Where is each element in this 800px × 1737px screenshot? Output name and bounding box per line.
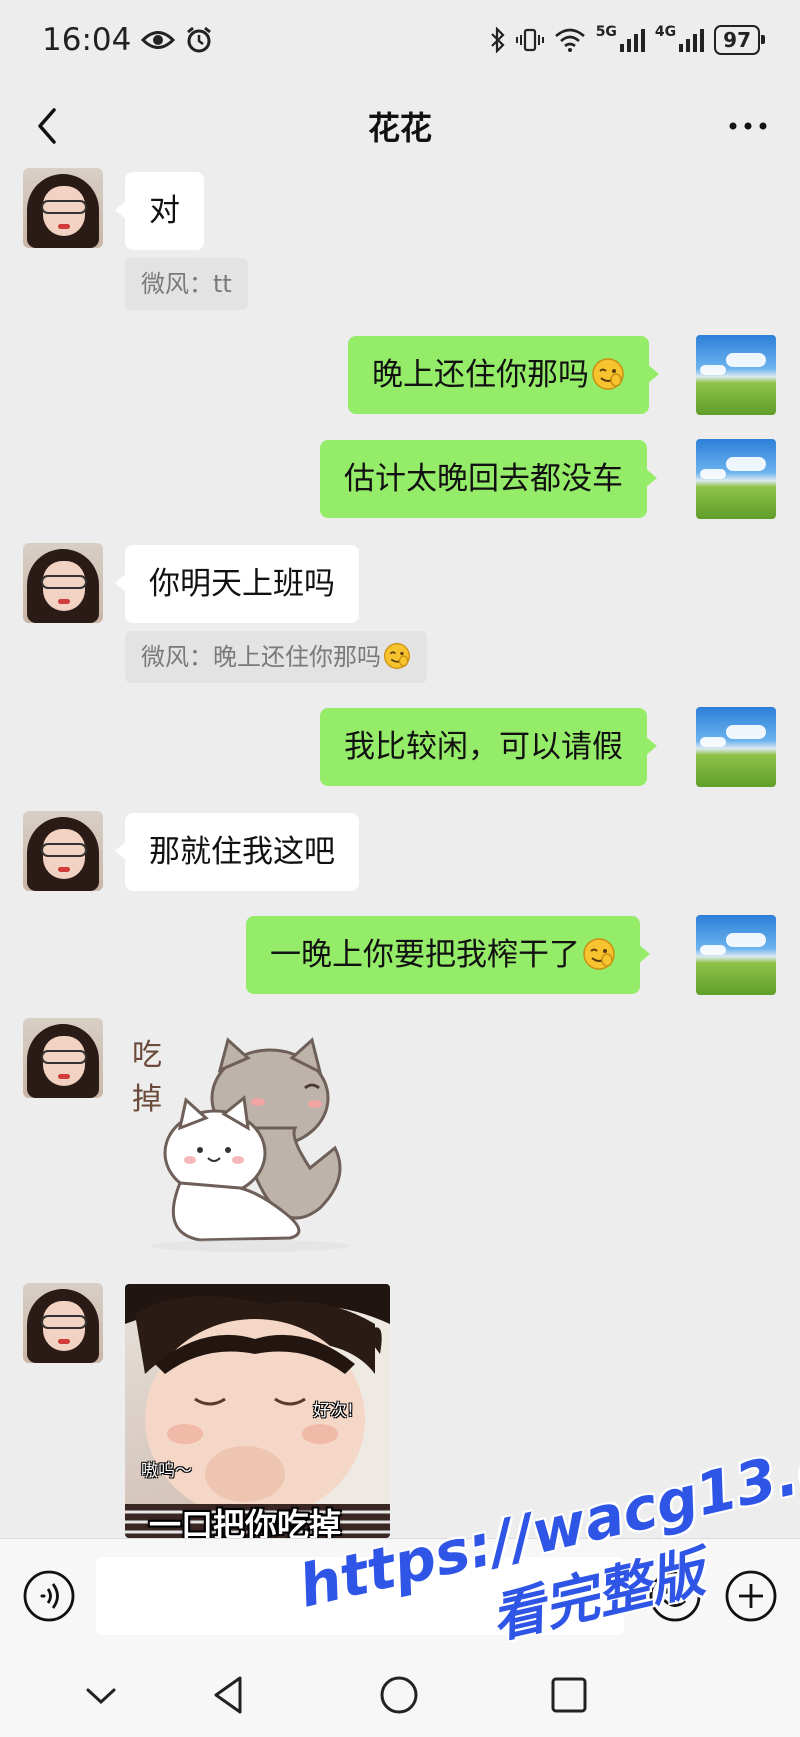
photo-caption: 嗷呜～ bbox=[141, 1461, 192, 1481]
message-text: 对 bbox=[149, 193, 180, 229]
my-avatar[interactable] bbox=[696, 439, 776, 519]
message-text: 你明天上班吗 bbox=[149, 566, 335, 602]
input-bar bbox=[0, 1538, 800, 1654]
photo-caption: 好次! bbox=[313, 1401, 354, 1421]
voice-input-icon[interactable] bbox=[22, 1569, 76, 1623]
baby-photo-message[interactable]: 好次! 嗷呜～ 一口把你吃掉 bbox=[125, 1284, 390, 1538]
eye-icon bbox=[141, 31, 176, 49]
quoted-text: 微风：tt bbox=[141, 270, 232, 298]
system-nav-bar bbox=[0, 1654, 800, 1737]
cat-sticker[interactable]: 吃 掉 bbox=[120, 1018, 380, 1258]
wink-face-icon bbox=[384, 643, 410, 669]
status-bar: 16:04 5G 4G 97 bbox=[0, 0, 800, 80]
nav-back-icon[interactable] bbox=[204, 1670, 254, 1720]
signal-5g-icon bbox=[619, 29, 645, 52]
quoted-reply[interactable]: 微风：tt bbox=[125, 258, 248, 310]
plus-icon[interactable] bbox=[724, 1569, 778, 1623]
quoted-text: 微风：晚上还住你那吗 bbox=[141, 643, 381, 671]
status-right: 5G 4G 97 bbox=[490, 24, 765, 55]
contact-avatar[interactable] bbox=[23, 1018, 103, 1098]
signal-4g-icon bbox=[679, 29, 705, 52]
message-text: 我比较闲，可以请假 bbox=[344, 729, 623, 765]
nav-recents-icon[interactable] bbox=[544, 1670, 594, 1720]
status-time: 16:04 bbox=[42, 22, 132, 58]
contact-avatar[interactable] bbox=[23, 1283, 103, 1363]
message-bubble[interactable]: 我比较闲，可以请假 bbox=[320, 708, 657, 786]
cat-hug-illustration bbox=[150, 1037, 350, 1252]
my-avatar[interactable] bbox=[696, 335, 776, 415]
back-arrow-icon[interactable] bbox=[28, 104, 68, 148]
message-bubble[interactable]: 一晚上你要把我榨干了 bbox=[246, 916, 650, 994]
wink-face-icon bbox=[592, 357, 624, 390]
message-text: 那就住我这吧 bbox=[149, 834, 335, 870]
status-left: 16:04 bbox=[42, 22, 213, 58]
message-bubble[interactable]: 你明天上班吗 bbox=[115, 545, 359, 623]
photo-caption-main: 一口把你吃掉 bbox=[149, 1506, 342, 1538]
battery-indicator: 97 bbox=[714, 25, 765, 55]
message-bubble[interactable]: 对 bbox=[115, 172, 204, 250]
message-text: 估计太晚回去都没车 bbox=[344, 461, 623, 497]
message-bubble[interactable]: 估计太晚回去都没车 bbox=[320, 440, 657, 518]
bluetooth-icon bbox=[490, 27, 505, 53]
contact-avatar[interactable] bbox=[23, 543, 103, 623]
message-text: 晚上还住你那吗 bbox=[372, 357, 589, 393]
my-avatar[interactable] bbox=[696, 915, 776, 995]
message-bubble[interactable]: 那就住我这吧 bbox=[115, 813, 359, 891]
signal-4g-label: 4G bbox=[654, 24, 677, 40]
chevron-down-icon[interactable] bbox=[76, 1670, 126, 1720]
contact-avatar[interactable] bbox=[23, 168, 103, 248]
contact-avatar[interactable] bbox=[23, 811, 103, 891]
message-input[interactable] bbox=[96, 1557, 624, 1635]
emoji-icon[interactable] bbox=[648, 1569, 702, 1623]
signal-5g-label: 5G bbox=[595, 24, 617, 40]
chat-title: 花花 bbox=[367, 109, 432, 147]
wink-face-icon bbox=[583, 937, 615, 970]
quoted-reply[interactable]: 微风：晚上还住你那吗 bbox=[125, 631, 427, 683]
nav-home-icon[interactable] bbox=[374, 1670, 424, 1720]
my-avatar[interactable] bbox=[696, 707, 776, 787]
vibrate-icon bbox=[515, 28, 544, 52]
wifi-icon bbox=[554, 28, 585, 52]
message-text: 一晚上你要把我榨干了 bbox=[270, 937, 580, 973]
message-bubble[interactable]: 晚上还住你那吗 bbox=[348, 336, 659, 414]
chat-header: 花花 bbox=[0, 80, 800, 172]
more-options-icon[interactable] bbox=[726, 116, 770, 136]
alarm-icon bbox=[187, 26, 212, 53]
